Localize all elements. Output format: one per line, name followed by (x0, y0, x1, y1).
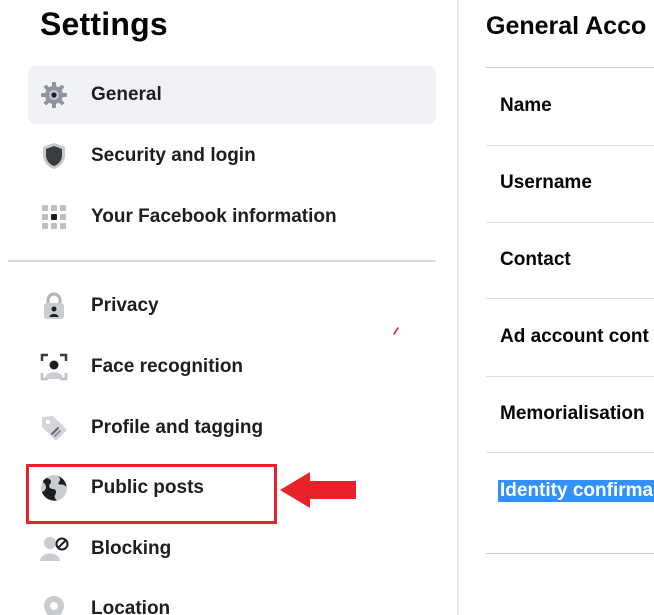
user-block-icon (38, 533, 70, 565)
gear-icon (38, 79, 70, 111)
row-divider (486, 222, 654, 223)
setting-row-username[interactable]: Username (500, 172, 592, 194)
setting-row-memorialisation[interactable]: Memorialisation (500, 403, 645, 425)
sidebar-item-privacy[interactable]: Privacy (28, 277, 436, 335)
sidebar-item-label: Security and login (91, 145, 256, 166)
setting-row-identity-confirmation[interactable]: Identity confirma (498, 480, 654, 502)
title-divider (486, 67, 654, 68)
sidebar-item-face-recognition[interactable]: Face recognition (28, 338, 436, 396)
sidebar-item-label: Face recognition (91, 356, 244, 377)
page-title: General Acco (486, 12, 647, 40)
sidebar-title: Settings (40, 6, 168, 42)
sidebar-item-security[interactable]: Security and login (28, 127, 436, 185)
sidebar-item-label: Privacy (91, 295, 159, 316)
setting-row-contact[interactable]: Contact (500, 249, 571, 271)
tag-icon (38, 412, 70, 444)
lock-icon (38, 290, 70, 322)
annotation-highlight-box (26, 464, 277, 524)
sidebar-item-label: Profile and tagging (91, 417, 264, 438)
row-divider (486, 452, 654, 453)
sidebar-item-label: Location (91, 598, 171, 615)
location-pin-icon (38, 593, 70, 615)
sidebar-item-general[interactable]: General (28, 66, 436, 124)
shield-icon (38, 140, 70, 172)
sidebar-item-profile-tagging[interactable]: Profile and tagging (28, 399, 436, 457)
sidebar-divider (8, 260, 436, 262)
row-divider (486, 145, 654, 146)
settings-sidebar: Settings General Security and login Your… (0, 0, 458, 615)
setting-row-ad-account-contact[interactable]: Ad account cont (500, 326, 649, 348)
row-divider (486, 376, 654, 377)
stray-red-mark (393, 327, 399, 335)
sidebar-item-blocking[interactable]: Blocking (28, 520, 436, 578)
sidebar-item-label: General (91, 84, 162, 105)
sidebar-item-location[interactable]: Location (28, 580, 436, 615)
sidebar-item-facebook-information[interactable]: Your Facebook information (28, 188, 436, 246)
row-divider (486, 298, 654, 299)
annotation-arrow-icon (280, 472, 356, 508)
setting-row-name[interactable]: Name (500, 95, 552, 117)
settings-page: Settings General Security and login Your… (0, 0, 654, 615)
face-scan-icon (38, 351, 70, 383)
sidebar-item-label: Blocking (91, 538, 172, 559)
general-account-panel: General Acco Name Username Contact Ad ac… (459, 0, 654, 615)
facebook-grid-icon (38, 201, 70, 233)
sidebar-item-label: Your Facebook information (91, 206, 337, 227)
section-divider (486, 553, 654, 554)
